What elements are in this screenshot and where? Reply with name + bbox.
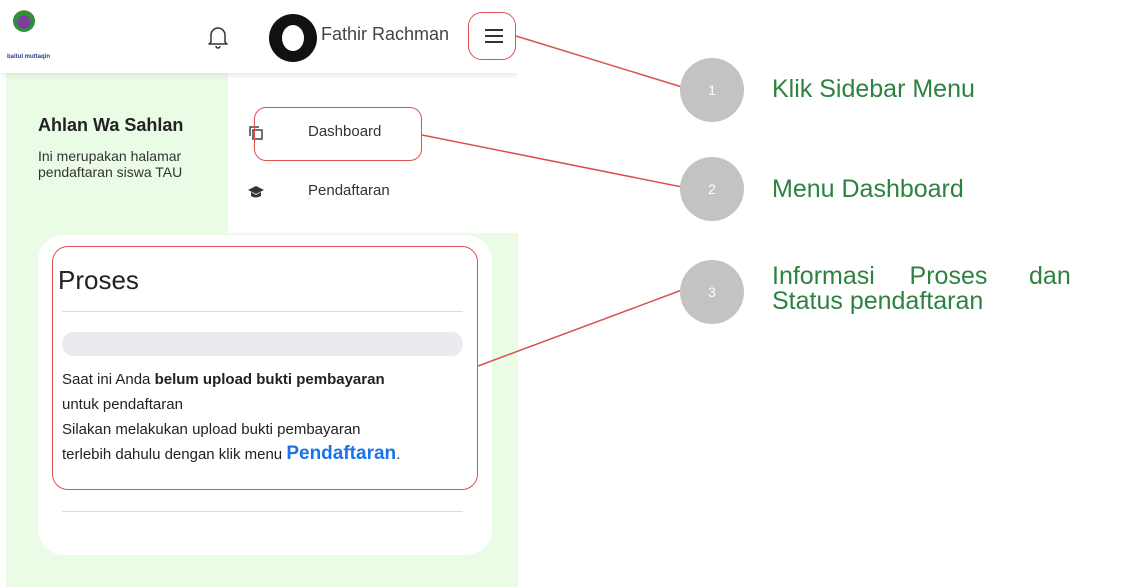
avatar[interactable] [269,14,317,62]
graduation-cap-icon [248,186,264,198]
step-badge-1: 1 [680,58,744,122]
step-note-1: Klik Sidebar Menu [772,75,975,103]
welcome-text-line-1: Ini merupakan halamar [38,148,182,164]
callout-line-1 [515,35,683,88]
logo-text: baitul muttaqin [7,54,50,60]
step-badge-3: 3 [680,260,744,324]
hamburger-menu-button[interactable] [468,12,516,60]
hamburger-icon [485,41,503,43]
highlight-proses [52,246,478,490]
highlight-dashboard [254,107,422,161]
welcome-title: Ahlan Wa Sahlan [38,115,184,135]
school-logo: baitul muttaqin [7,10,50,64]
divider [62,511,463,512]
hamburger-icon [485,35,503,37]
user-name[interactable]: Fathir Rachman [321,24,449,45]
step-badge-2: 2 [680,157,744,221]
hamburger-icon [485,29,503,31]
step-note-2: Menu Dashboard [772,175,964,203]
bell-icon[interactable] [207,25,229,49]
step-note-3-line-2: Status pendaftaran [772,287,984,315]
step-note-3-line-1: Informasi Proses dan [772,262,1071,290]
welcome-text-line-2: pendaftaran siswa TAU [38,164,183,180]
menu-item-pendaftaran[interactable]: Pendaftaran [308,182,390,199]
logo-emblem [13,10,35,32]
top-navbar: baitul muttaqin Fathir Rachman [0,0,518,73]
